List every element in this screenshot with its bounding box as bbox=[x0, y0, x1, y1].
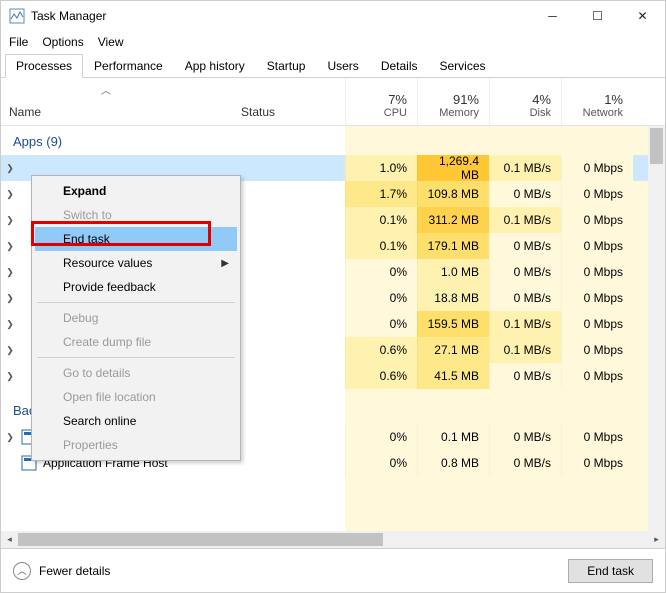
tab-performance[interactable]: Performance bbox=[83, 54, 174, 78]
ctx-search-online[interactable]: Search online bbox=[35, 409, 237, 433]
ctx-provide-feedback[interactable]: Provide feedback bbox=[35, 275, 237, 299]
expand-caret-icon[interactable]: ❯ bbox=[5, 215, 15, 226]
horizontal-scrollbar[interactable]: ◂ ▸ bbox=[1, 531, 665, 548]
tab-startup[interactable]: Startup bbox=[256, 54, 317, 78]
ctx-go-to-details: Go to details bbox=[35, 361, 237, 385]
ctx-resource-values[interactable]: Resource values ▶ bbox=[35, 251, 237, 275]
expand-caret-icon[interactable]: ❯ bbox=[5, 267, 15, 278]
expand-caret-icon[interactable]: ❯ bbox=[5, 319, 15, 330]
col-name-header[interactable]: ︿ Name bbox=[1, 78, 235, 125]
ctx-expand[interactable]: Expand bbox=[35, 179, 237, 203]
expand-caret-icon[interactable]: ❯ bbox=[5, 371, 15, 382]
menubar: File Options View bbox=[1, 31, 665, 53]
col-disk-header[interactable]: 4% Disk bbox=[489, 78, 561, 125]
fewer-details-toggle[interactable]: ︿ Fewer details bbox=[13, 562, 110, 580]
col-network-header[interactable]: 1% Network bbox=[561, 78, 633, 125]
expand-caret-icon[interactable]: ❯ bbox=[5, 345, 15, 356]
scroll-left-icon[interactable]: ◂ bbox=[1, 531, 18, 548]
chevron-up-icon: ︿ bbox=[13, 562, 31, 580]
expand-caret-icon[interactable]: ❯ bbox=[5, 293, 15, 304]
col-cpu-header[interactable]: 7% CPU bbox=[345, 78, 417, 125]
ctx-end-task[interactable]: End task bbox=[35, 227, 237, 251]
tab-app-history[interactable]: App history bbox=[174, 54, 256, 78]
ctx-switch-to: Switch to bbox=[35, 203, 237, 227]
context-menu: Expand Switch to End task Resource value… bbox=[31, 175, 241, 461]
window-title: Task Manager bbox=[31, 9, 530, 23]
end-task-button[interactable]: End task bbox=[568, 559, 653, 583]
ctx-open-location: Open file location bbox=[35, 385, 237, 409]
ctx-properties: Properties bbox=[35, 433, 237, 457]
sort-indicator-icon: ︿ bbox=[101, 82, 111, 97]
app-icon bbox=[9, 8, 25, 24]
tabs: Processes Performance App history Startu… bbox=[1, 53, 665, 78]
tab-details[interactable]: Details bbox=[370, 54, 429, 78]
group-apps[interactable]: Apps (9) bbox=[1, 126, 648, 155]
footer: ︿ Fewer details End task bbox=[1, 548, 665, 592]
task-manager-window: Task Manager ─ ☐ ✕ File Options View Pro… bbox=[0, 0, 666, 593]
tab-processes[interactable]: Processes bbox=[5, 54, 83, 78]
scroll-right-icon[interactable]: ▸ bbox=[648, 531, 665, 548]
minimize-button[interactable]: ─ bbox=[530, 1, 575, 31]
expand-caret-icon[interactable]: ❯ bbox=[5, 241, 15, 252]
vertical-scrollbar[interactable] bbox=[648, 126, 665, 531]
titlebar: Task Manager ─ ☐ ✕ bbox=[1, 1, 665, 31]
maximize-button[interactable]: ☐ bbox=[575, 1, 620, 31]
menu-view[interactable]: View bbox=[98, 35, 124, 49]
col-status-header[interactable]: Status bbox=[235, 78, 345, 125]
menu-options[interactable]: Options bbox=[42, 35, 83, 49]
menu-file[interactable]: File bbox=[9, 35, 28, 49]
expand-caret-icon[interactable]: ❯ bbox=[5, 432, 15, 443]
tab-services[interactable]: Services bbox=[429, 54, 497, 78]
close-button[interactable]: ✕ bbox=[620, 1, 665, 31]
expand-caret-icon[interactable]: ❯ bbox=[5, 189, 15, 200]
ctx-create-dump: Create dump file bbox=[35, 330, 237, 354]
column-headers: ︿ Name Status 7% CPU 91% Memory 4% Disk … bbox=[1, 78, 665, 126]
col-memory-header[interactable]: 91% Memory bbox=[417, 78, 489, 125]
expand-caret-icon[interactable]: ❯ bbox=[5, 163, 15, 174]
chevron-right-icon: ▶ bbox=[221, 258, 229, 269]
tab-users[interactable]: Users bbox=[316, 54, 369, 78]
ctx-debug: Debug bbox=[35, 306, 237, 330]
